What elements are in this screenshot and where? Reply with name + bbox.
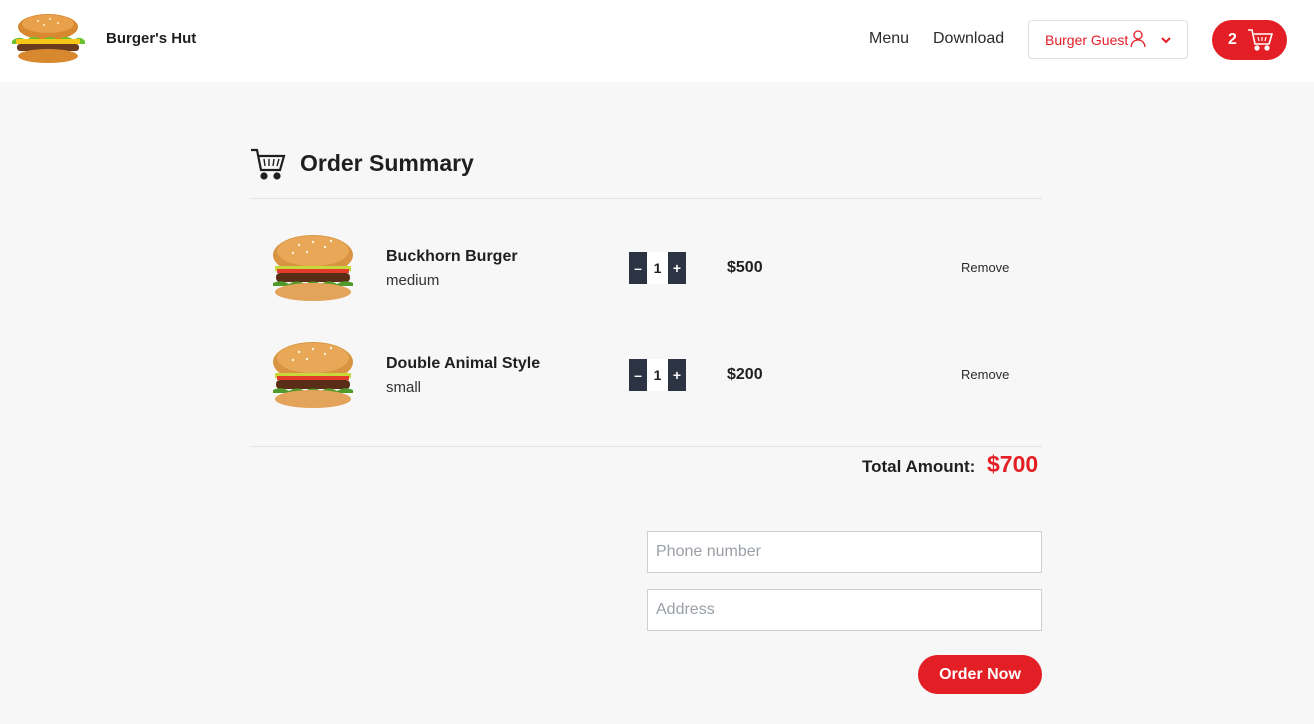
item-price: $200 bbox=[727, 366, 763, 383]
burger-image bbox=[273, 342, 353, 408]
order-now-button[interactable]: Order Now bbox=[918, 655, 1042, 694]
page-title: Order Summary bbox=[300, 150, 474, 176]
top-header: Burger's Hut Menu Download Burger Guest … bbox=[0, 0, 1314, 82]
cart-icon bbox=[1248, 29, 1273, 51]
address-input[interactable] bbox=[647, 589, 1042, 631]
user-name-label: Burger Guest bbox=[1045, 32, 1129, 48]
increment-button[interactable]: + bbox=[668, 359, 686, 391]
nav-menu-link[interactable]: Menu bbox=[869, 30, 909, 48]
phone-input[interactable] bbox=[647, 531, 1042, 573]
increment-button[interactable]: + bbox=[668, 252, 686, 284]
cart-icon bbox=[251, 148, 286, 180]
user-icon bbox=[1130, 30, 1146, 48]
user-dropdown[interactable]: Burger Guest bbox=[1028, 20, 1188, 59]
total-amount: $700 bbox=[987, 451, 1039, 477]
cart-button[interactable]: 2 bbox=[1212, 20, 1287, 60]
decrement-button[interactable]: – bbox=[629, 252, 647, 284]
quantity-value: 1 bbox=[647, 359, 668, 391]
decrement-button[interactable]: – bbox=[629, 359, 647, 391]
item-size: medium bbox=[386, 272, 440, 289]
burger-logo-icon[interactable] bbox=[8, 13, 88, 65]
item-price: $500 bbox=[727, 259, 763, 276]
item-name: Double Animal Style bbox=[386, 355, 541, 372]
item-name: Buckhorn Burger bbox=[386, 248, 518, 265]
cart-item: Double Animal Style small – 1 + $200 Rem… bbox=[251, 330, 1042, 420]
burger-image bbox=[273, 235, 353, 301]
remove-button[interactable]: Remove bbox=[961, 367, 1009, 382]
cart-count-badge: 2 bbox=[1228, 31, 1237, 48]
quantity-stepper: – 1 + bbox=[629, 252, 687, 284]
quantity-value: 1 bbox=[647, 252, 668, 284]
quantity-stepper: – 1 + bbox=[629, 359, 687, 391]
brand-name[interactable]: Burger's Hut bbox=[106, 30, 196, 47]
total-label: Total Amount: bbox=[862, 457, 976, 476]
divider bbox=[251, 198, 1042, 199]
divider bbox=[251, 446, 1042, 447]
chevron-down-icon bbox=[1161, 37, 1171, 44]
remove-button[interactable]: Remove bbox=[961, 260, 1009, 275]
nav-download-link[interactable]: Download bbox=[933, 30, 1004, 48]
cart-item: Buckhorn Burger medium – 1 + $500 Remove bbox=[251, 223, 1042, 313]
item-size: small bbox=[386, 379, 422, 396]
